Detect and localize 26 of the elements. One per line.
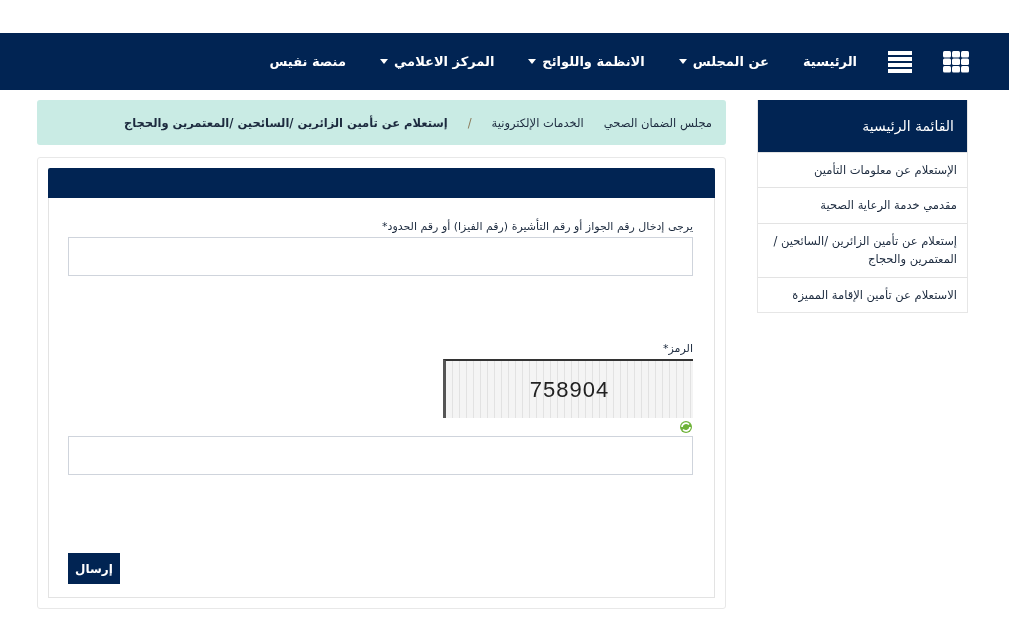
nav-link[interactable]: منصة نفيس <box>269 54 346 69</box>
submit-button[interactable]: إرسال <box>68 553 120 584</box>
caret-icon <box>528 59 537 64</box>
sidebar-item[interactable]: الإستعلام عن معلومات التأمين <box>758 152 967 188</box>
nav-link[interactable]: الانظمة واللوائح <box>528 54 645 69</box>
caret-icon <box>379 59 388 64</box>
sidebar-item[interactable]: مقدمي خدمة الرعاية الصحية <box>758 187 967 223</box>
input-field[interactable] <box>68 237 693 276</box>
field-label: الرمز* <box>663 342 693 355</box>
breadcrumb-link[interactable]: الخدمات الإلكترونية <box>491 115 584 130</box>
refresh-icon[interactable] <box>679 420 693 434</box>
nav-link[interactable]: المركز الاعلامي <box>379 54 495 69</box>
field-label: يرجى إدخال رقم الجواز أو رقم التأشيرة (رقم الفيزا) أو رقم الحدود* <box>382 220 693 233</box>
nav-link[interactable]: الرئيسية <box>802 54 857 69</box>
sidebar-item[interactable]: الاستعلام عن تأمين الإقامة المميزة <box>758 276 967 312</box>
grid-icon[interactable] <box>943 50 969 73</box>
menu-icon[interactable] <box>888 50 912 73</box>
breadcrumb-current: إستعلام عن تأمين الزائرين /السائحين /المعتمرين والحجاج <box>123 115 448 130</box>
breadcrumb-separator: / <box>467 115 472 130</box>
nav-link[interactable]: عن المجلس <box>678 54 769 69</box>
input-field[interactable] <box>68 436 693 475</box>
sidebar-item[interactable]: إستعلام عن تأمين الزائرين /السائحين /المعتمرين والحجاج <box>758 222 967 277</box>
breadcrumb-link[interactable]: مجلس الضمان الصحي <box>603 115 712 130</box>
sidebar-title: القائمة الرئيسية <box>758 100 967 152</box>
caret-icon <box>678 59 687 64</box>
captcha-image: 758904 <box>443 359 693 418</box>
